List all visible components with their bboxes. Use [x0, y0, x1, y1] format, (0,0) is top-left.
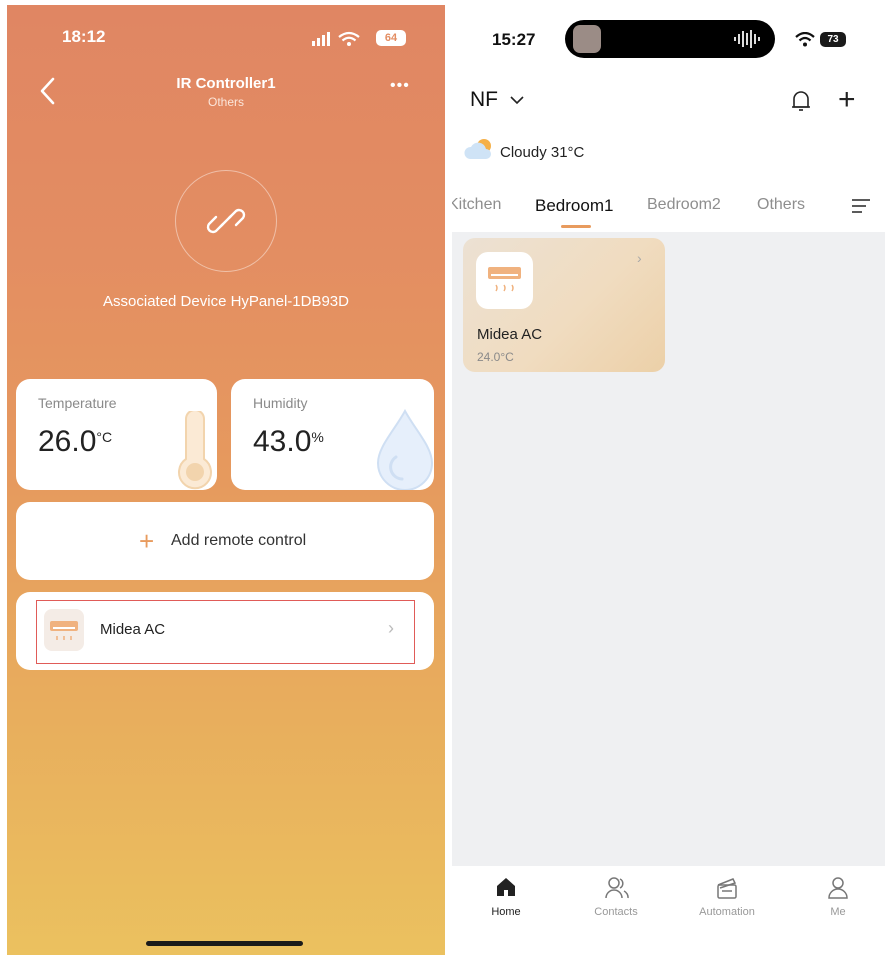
thermometer-icon	[178, 411, 212, 490]
home-icon	[497, 878, 515, 896]
bottom-nav: Home Contacts Automation Me	[452, 866, 885, 955]
air-conditioner-icon	[44, 609, 84, 651]
temperature-card[interactable]: Temperature 26.0°C	[16, 379, 217, 490]
temperature-label: Temperature	[38, 395, 117, 411]
remote-device-name: Midea AC	[100, 621, 166, 638]
chevron-down-icon[interactable]	[510, 95, 524, 105]
nav-automation-label: Automation	[699, 906, 755, 918]
contact-photo	[573, 25, 601, 53]
signal-wifi-icon	[312, 31, 360, 46]
dynamic-island	[565, 20, 775, 58]
nav-contacts-label: Contacts	[594, 906, 638, 918]
device-name: Midea AC	[477, 326, 543, 343]
tab-bedroom1[interactable]: Bedroom1	[535, 196, 613, 216]
status-time: 18:12	[62, 27, 106, 46]
nav-me-label: Me	[830, 906, 846, 918]
add-remote-control-button[interactable]: + Add remote control	[16, 502, 434, 580]
cloudy-icon	[464, 139, 491, 159]
bell-icon[interactable]	[790, 89, 812, 113]
associated-device-label: Associated Device HyPanel-1DB93D	[103, 293, 349, 310]
contacts-icon	[605, 877, 629, 899]
air-conditioner-icon	[476, 252, 533, 309]
remote-device-row[interactable]: Midea AC ›	[16, 592, 434, 670]
tab-kitchen[interactable]: Kitchen	[452, 196, 501, 214]
menu-icon[interactable]	[851, 198, 871, 214]
humidity-card[interactable]: Humidity 43.0%	[231, 379, 434, 490]
battery-indicator: 64	[376, 30, 406, 46]
add-remote-label: Add remote control	[171, 532, 307, 549]
battery-indicator: 73	[820, 32, 846, 47]
automation-icon	[717, 878, 737, 899]
add-icon[interactable]: +	[838, 85, 856, 115]
home-indicator	[146, 941, 303, 946]
wifi-icon	[795, 32, 815, 47]
link-icon	[206, 208, 246, 234]
ir-controller-screen: 18:12 64 IR Controller1 Others ••• Assoc…	[7, 5, 445, 955]
active-tab-indicator	[561, 225, 591, 228]
home-screen: 15:27 73 NF + Cloudy 31°C Kitchen Bedroo…	[452, 5, 885, 955]
humidity-label: Humidity	[253, 395, 308, 411]
home-name[interactable]: NF	[470, 88, 498, 112]
chevron-right-icon: ›	[388, 618, 394, 638]
nav-home-label: Home	[491, 906, 521, 918]
temperature-value: 26.0°C	[38, 425, 113, 458]
tab-bedroom2[interactable]: Bedroom2	[647, 196, 721, 214]
device-temperature: 24.0°C	[477, 350, 514, 364]
chevron-right-icon: ›	[637, 250, 642, 266]
highlight-box	[36, 600, 415, 664]
page-title: IR Controller1	[176, 75, 276, 92]
tab-others[interactable]: Others	[757, 196, 805, 214]
status-time: 15:27	[492, 30, 536, 49]
weather-text: Cloudy 31°C	[500, 144, 585, 161]
plus-icon: +	[139, 526, 155, 556]
audio-wave-icon	[734, 30, 760, 48]
water-drop-icon	[376, 408, 434, 490]
profile-icon	[828, 877, 848, 899]
page-subtitle: Others	[207, 95, 244, 109]
link-status-circle	[175, 170, 277, 272]
device-tile[interactable]: › Midea AC 24.0°C	[463, 238, 665, 372]
more-options-icon[interactable]: •••	[390, 77, 410, 95]
humidity-value: 43.0%	[253, 425, 324, 458]
